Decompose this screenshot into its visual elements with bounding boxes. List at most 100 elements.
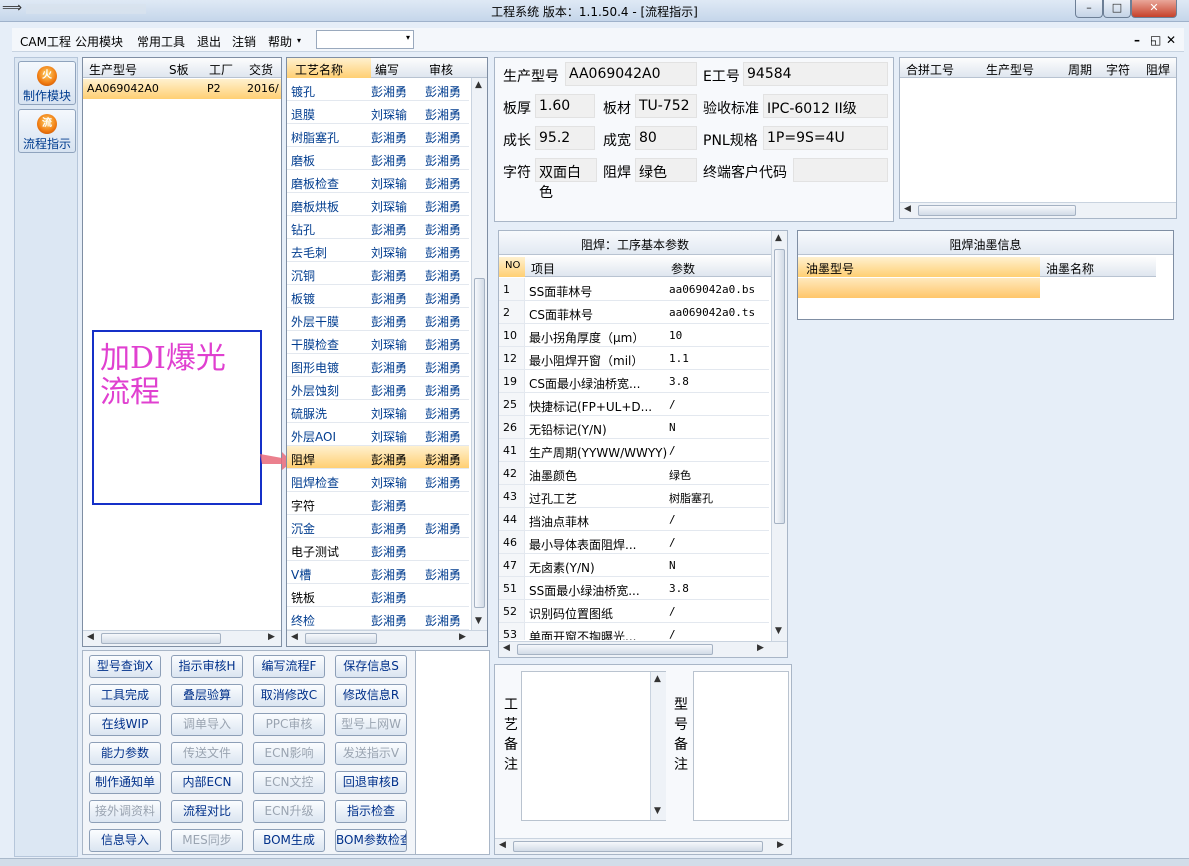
action-button[interactable]: 叠层验算 (171, 684, 243, 707)
field-e-no[interactable]: 94584 (743, 62, 888, 86)
process-remark-textarea[interactable]: ▲ ▼ (521, 671, 666, 821)
action-button[interactable]: 编写流程F (253, 655, 325, 678)
col-writer[interactable]: 编写 (375, 61, 399, 78)
table-row[interactable]: 字符 彭湘勇 (287, 492, 469, 515)
field-thickness[interactable]: 1.60 (535, 94, 595, 118)
field-customer[interactable] (793, 158, 888, 182)
table-row[interactable]: 46 最小导体表面阻焊... / (499, 531, 769, 554)
scroll-thumb[interactable] (305, 633, 377, 644)
table-row[interactable]: 电子测试 彭湘勇 (287, 538, 469, 561)
menu-logout[interactable]: 注销 (232, 33, 256, 50)
action-button[interactable]: 修改信息R (335, 684, 407, 707)
action-button[interactable]: 流程对比 (171, 800, 243, 823)
arrow-left-icon[interactable]: ◀ (499, 840, 506, 850)
menu-tools[interactable]: 常用工具 (137, 33, 185, 50)
params-vscroll[interactable]: ▲ ▼ (771, 231, 787, 641)
field-mask[interactable]: 绿色 (635, 158, 697, 182)
arrow-right-icon[interactable]: ▶ (757, 643, 764, 653)
action-button[interactable]: 回退审核B (335, 771, 407, 794)
action-button[interactable]: 制作通知单 (89, 771, 161, 794)
table-row[interactable] (798, 278, 1040, 298)
menu-help[interactable]: 帮助 (268, 33, 292, 50)
action-button[interactable]: ECN文控 (253, 771, 325, 794)
col-param[interactable]: 参数 (671, 260, 695, 277)
field-pnl[interactable]: 1P=9S=4U (763, 126, 888, 150)
action-button[interactable]: ECN影响 (253, 742, 325, 765)
action-button[interactable]: 接外调资料 (89, 800, 161, 823)
table-row[interactable]: 25 快捷标记(FP+UL+D... / (499, 393, 769, 416)
table-row[interactable]: 外层AOI 刘琛输 彭湘勇 (287, 423, 469, 446)
table-row[interactable]: 51 SS面最小绿油桥宽... 3.8 (499, 577, 769, 600)
col-merge-no[interactable]: 合拼工号 (906, 61, 954, 78)
col-merge-cycle[interactable]: 周期 (1068, 61, 1092, 78)
table-row[interactable]: 干膜检查 刘琛输 彭湘勇 (287, 331, 469, 354)
mdi-close-button[interactable]: ✕ (1166, 33, 1176, 47)
table-row[interactable]: 外层蚀刻 彭湘勇 彭湘勇 (287, 377, 469, 400)
scroll-thumb[interactable] (474, 278, 485, 608)
arrow-right-icon[interactable]: ▶ (459, 632, 466, 642)
action-button[interactable]: 指示审核H (171, 655, 243, 678)
field-material[interactable]: TU-752 (635, 94, 697, 118)
action-button[interactable]: 内部ECN (171, 771, 243, 794)
table-row[interactable]: 19 CS面最小绿油桥宽... 3.8 (499, 370, 769, 393)
arrow-left-icon[interactable]: ◀ (904, 204, 911, 214)
action-button[interactable]: 信息导入 (89, 829, 161, 852)
col-ink-model[interactable]: 油墨型号 (806, 260, 854, 277)
action-button[interactable]: 在线WIP (89, 713, 161, 736)
params-hscroll[interactable]: ◀ ▶ (499, 641, 787, 657)
table-row[interactable]: 10 最小拐角厚度（μm） 10 (499, 324, 769, 347)
action-button[interactable]: 传送文件 (171, 742, 243, 765)
col-item[interactable]: 项目 (531, 260, 555, 277)
arrow-up-icon[interactable]: ▲ (775, 233, 782, 243)
merge-hscroll[interactable]: ◀ (900, 202, 1176, 218)
table-row[interactable]: 53 单面开窗不掏曝光... / (499, 623, 769, 640)
menu-exit[interactable]: 退出 (197, 33, 221, 50)
scroll-thumb[interactable] (101, 633, 221, 644)
table-row[interactable]: 树脂塞孔 彭湘勇 彭湘勇 (287, 124, 469, 147)
arrow-right-icon[interactable]: ▶ (777, 840, 784, 850)
col-reviewer[interactable]: 审核 (429, 61, 453, 78)
field-standard[interactable]: IPC-6012 II级 (763, 94, 888, 118)
action-button[interactable]: 发送指示V (335, 742, 407, 765)
table-row[interactable]: 阻焊检查 刘琛输 彭湘勇 (287, 469, 469, 492)
table-row[interactable]: 外层干膜 彭湘勇 彭湘勇 (287, 308, 469, 331)
action-button[interactable]: MES同步 (171, 829, 243, 852)
maximize-button[interactable]: □ (1103, 0, 1131, 18)
field-model[interactable]: AA069042A0 (565, 62, 697, 86)
arrow-up-icon[interactable]: ▲ (475, 80, 482, 90)
action-button[interactable]: BOM参数检查 (335, 829, 407, 852)
scroll-thumb[interactable] (918, 205, 1076, 216)
menu-common-module[interactable]: 公用模块 (75, 33, 123, 50)
action-button[interactable]: ECN升级 (253, 800, 325, 823)
col-model[interactable]: 生产型号 (89, 61, 137, 78)
arrow-left-icon[interactable]: ◀ (503, 643, 510, 653)
nav-flow-indication[interactable]: 流 流程指示 (18, 109, 76, 153)
remark-vscroll[interactable]: ▲ ▼ (650, 672, 666, 820)
arrow-down-icon[interactable]: ▼ (654, 806, 661, 816)
remarks-hscroll[interactable]: ◀ ▶ (495, 838, 791, 854)
table-row[interactable]: 磨板 彭湘勇 彭湘勇 (287, 147, 469, 170)
model-remark-textarea[interactable] (693, 671, 789, 821)
table-row[interactable]: 磨板检查 刘琛输 彭湘勇 (287, 170, 469, 193)
col-merge-char[interactable]: 字符 (1106, 61, 1130, 78)
table-row[interactable]: 图形电镀 彭湘勇 彭湘勇 (287, 354, 469, 377)
table-row[interactable]: 钻孔 彭湘勇 彭湘勇 (287, 216, 469, 239)
menu-cam[interactable]: CAM工程 (20, 33, 71, 50)
table-row[interactable]: 2 CS面菲林号 aa069042a0.ts (499, 301, 769, 324)
scroll-thumb[interactable] (517, 644, 713, 655)
action-button[interactable]: 取消修改C (253, 684, 325, 707)
scroll-thumb[interactable] (513, 841, 763, 852)
table-row[interactable]: 12 最小阻焊开窗（mil） 1.1 (499, 347, 769, 370)
minimize-button[interactable]: – (1075, 0, 1103, 18)
table-row[interactable]: 去毛刺 刘琛输 彭湘勇 (287, 239, 469, 262)
action-button[interactable]: 能力参数 (89, 742, 161, 765)
col-process-name[interactable]: 工艺名称 (295, 61, 343, 78)
arrow-up-icon[interactable]: ▲ (654, 674, 661, 684)
table-row[interactable]: 43 过孔工艺 树脂塞孔 (499, 485, 769, 508)
table-row[interactable]: 板镀 彭湘勇 彭湘勇 (287, 285, 469, 308)
arrow-left-icon[interactable]: ◀ (291, 632, 298, 642)
field-width[interactable]: 80 (635, 126, 697, 150)
col-s-board[interactable]: S板 (169, 61, 189, 78)
nav-make-module[interactable]: 火 制作模块 (18, 61, 76, 105)
table-row[interactable]: 磨板烘板 刘琛输 彭湘勇 (287, 193, 469, 216)
